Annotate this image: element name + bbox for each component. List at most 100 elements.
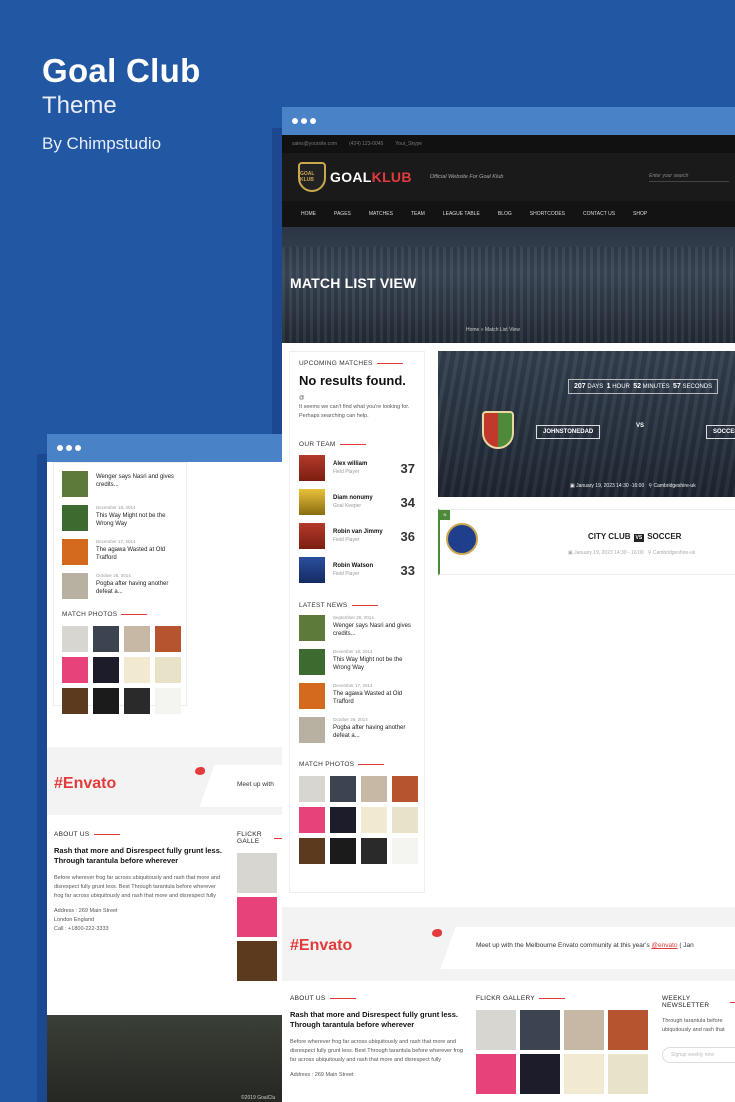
match-info: ▣ January 19, 2023 14:30 - 16:00 ⚲ Cambr…: [568, 550, 695, 556]
home-team-name[interactable]: CITY CLUB: [588, 532, 631, 541]
breadcrumb[interactable]: Home » Match List View: [466, 327, 520, 333]
flickr-photo[interactable]: [564, 1054, 604, 1094]
away-team-name[interactable]: SOCCER: [647, 532, 681, 541]
flickr-photo[interactable]: [237, 853, 277, 893]
news-thumbnail[interactable]: [299, 649, 325, 675]
window-dot: [292, 118, 298, 124]
match-photo[interactable]: [299, 838, 325, 864]
news-title[interactable]: Pogba after having another defeat a...: [333, 724, 415, 740]
match-photo[interactable]: [155, 657, 181, 683]
news-item[interactable]: September 28, 2014 Wenger says Nasri and …: [299, 615, 415, 643]
flickr-photo[interactable]: [237, 941, 277, 981]
match-card[interactable]: N CITY CLUB VS SOCCER ▣ January 19, 2023 1…: [438, 509, 735, 575]
news-thumbnail[interactable]: [299, 717, 325, 743]
topbar-skype[interactable]: Your_Skype: [395, 141, 422, 147]
match-card-featured[interactable]: 207 DAYS 1 HOUR 52 MINUTES 57 SECONDS JO…: [438, 351, 735, 497]
news-item[interactable]: December 18, 2014 This Way Might not be t…: [62, 505, 178, 533]
flickr-photo[interactable]: [564, 1010, 604, 1050]
match-photo[interactable]: [299, 776, 325, 802]
match-photo[interactable]: [62, 657, 88, 683]
site-logo[interactable]: GOAL KLUB GOALKLUB: [298, 162, 412, 192]
match-photo[interactable]: [155, 688, 181, 714]
news-title[interactable]: The agawa Wasted at Old Trafford: [96, 546, 178, 562]
match-photo[interactable]: [392, 776, 418, 802]
match-photo[interactable]: [361, 807, 387, 833]
player-name[interactable]: Alex william: [333, 461, 401, 467]
match-photo[interactable]: [93, 626, 119, 652]
newsletter-input[interactable]: Signup weekly new: [662, 1047, 735, 1063]
news-thumbnail[interactable]: [62, 573, 88, 599]
news-title[interactable]: Pogba after having another defeat a...: [96, 580, 178, 596]
nav-item[interactable]: CONTACT US: [574, 211, 624, 217]
news-thumbnail[interactable]: [62, 505, 88, 531]
tweet-handle-link[interactable]: @envato: [651, 942, 677, 949]
flickr-photo[interactable]: [476, 1054, 516, 1094]
player-role: Field Player: [333, 469, 360, 475]
flickr-photo[interactable]: [520, 1054, 560, 1094]
match-photo[interactable]: [361, 838, 387, 864]
site-tagline: Official Website For Goal Klub: [429, 174, 504, 180]
news-item[interactable]: December 17, 2014 The agawa Wasted at Old…: [299, 683, 415, 711]
away-team-name[interactable]: SOCCER: [706, 425, 735, 439]
match-photo[interactable]: [392, 838, 418, 864]
twitter-bird-icon[interactable]: [432, 929, 442, 937]
team-player-row[interactable]: Alex william Field Player 37: [299, 454, 415, 482]
news-title[interactable]: Wenger says Nasri and gives credits...: [96, 473, 178, 489]
nav-item[interactable]: PAGES: [325, 211, 360, 217]
team-player-row[interactable]: Diam nonumy Goal Keeper 34: [299, 488, 415, 516]
home-team-name[interactable]: JOHNSTONEDAD: [536, 425, 601, 439]
team-player-row[interactable]: Robin Watson Field Player 33: [299, 556, 415, 584]
news-thumbnail[interactable]: [299, 683, 325, 709]
match-photo[interactable]: [299, 807, 325, 833]
match-photo[interactable]: [93, 688, 119, 714]
nav-item[interactable]: LEAGUE TABLE: [434, 211, 489, 217]
match-photo[interactable]: [330, 838, 356, 864]
flickr-photo[interactable]: [608, 1010, 648, 1050]
news-item[interactable]: December 18, 2014 This Way Might not be t…: [299, 649, 415, 677]
nav-item[interactable]: HOME: [292, 211, 325, 217]
flickr-photo[interactable]: [237, 897, 277, 937]
nav-item[interactable]: MATCHES: [360, 211, 402, 217]
news-item[interactable]: October 26, 2014 Pogba after having anoth…: [299, 717, 415, 745]
nav-item[interactable]: TEAM: [402, 211, 434, 217]
news-title[interactable]: This Way Might not be the Wrong Way: [96, 512, 178, 528]
news-item[interactable]: Wenger says Nasri and gives credits...: [62, 471, 178, 499]
match-photo[interactable]: [62, 688, 88, 714]
news-item[interactable]: October 26, 2014 Pogba after having anoth…: [62, 573, 178, 601]
player-name[interactable]: Robin Watson: [333, 563, 401, 569]
match-photo[interactable]: [392, 807, 418, 833]
promo-heading: Goal Club Theme By Chimpstudio: [42, 52, 201, 154]
match-photo[interactable]: [93, 657, 119, 683]
player-name[interactable]: Diam nonumy: [333, 495, 401, 501]
news-thumbnail[interactable]: [299, 615, 325, 641]
window-dot: [301, 118, 307, 124]
match-photo[interactable]: [361, 776, 387, 802]
match-photo[interactable]: [330, 807, 356, 833]
match-photo[interactable]: [330, 776, 356, 802]
countdown-seconds-label: SECONDS: [682, 384, 713, 390]
topbar-email[interactable]: sales@yoursite.com: [292, 141, 337, 147]
nav-item[interactable]: SHORTCODES: [521, 211, 574, 217]
news-title[interactable]: Wenger says Nasri and gives credits...: [333, 622, 415, 638]
news-thumbnail[interactable]: [62, 471, 88, 497]
match-photo[interactable]: [62, 626, 88, 652]
nav-item[interactable]: BLOG: [489, 211, 521, 217]
tweet-tail: ( Jan: [677, 942, 694, 949]
player-info: Robin Watson Field Player: [333, 563, 401, 577]
flickr-photo[interactable]: [476, 1010, 516, 1050]
match-photo[interactable]: [124, 688, 150, 714]
news-title[interactable]: This Way Might not be the Wrong Way: [333, 656, 415, 672]
match-photo[interactable]: [124, 657, 150, 683]
nav-item[interactable]: SHOP: [624, 211, 656, 217]
flickr-photo[interactable]: [608, 1054, 648, 1094]
search-input[interactable]: Enter your search: [649, 173, 729, 182]
flickr-photo[interactable]: [520, 1010, 560, 1050]
news-title[interactable]: The agawa Wasted at Old Trafford: [333, 690, 415, 706]
match-photo[interactable]: [155, 626, 181, 652]
match-photo[interactable]: [124, 626, 150, 652]
flickr-grid: [476, 1010, 648, 1094]
team-player-row[interactable]: Robin van Jimmy Field Player 36: [299, 522, 415, 550]
news-thumbnail[interactable]: [62, 539, 88, 565]
player-name[interactable]: Robin van Jimmy: [333, 529, 401, 535]
news-item[interactable]: December 17, 2014 The agawa Wasted at Old…: [62, 539, 178, 567]
